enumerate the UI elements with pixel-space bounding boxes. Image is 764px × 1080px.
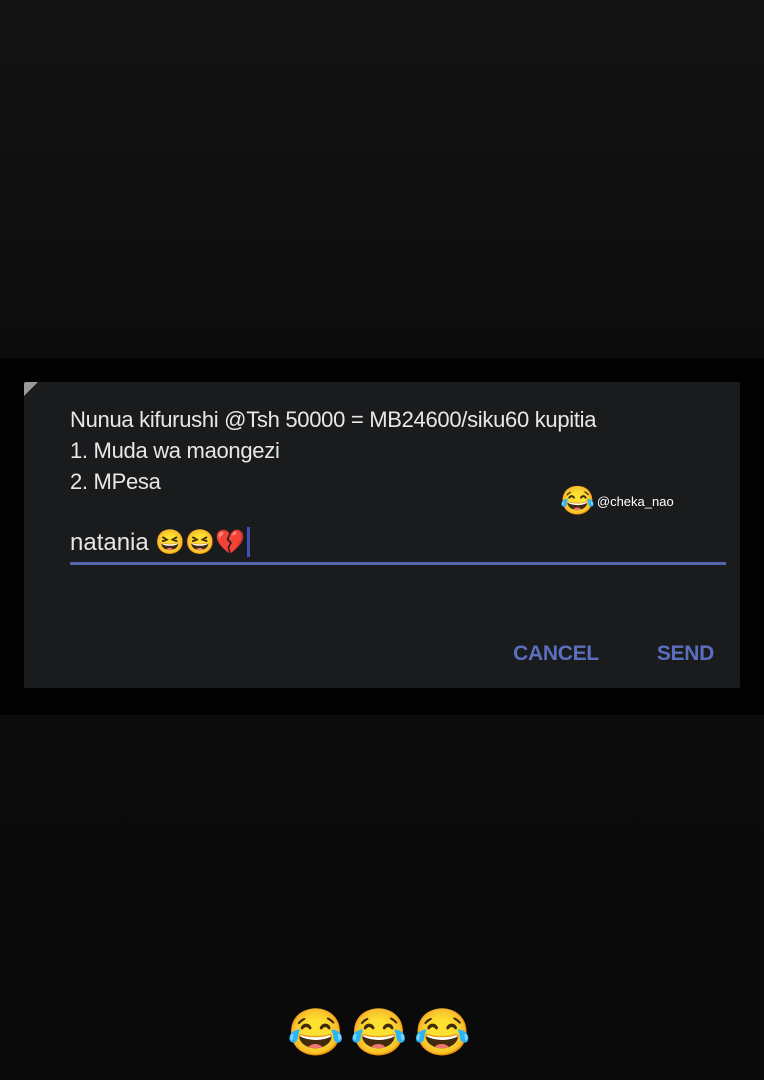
dialog-actions: CANCEL SEND xyxy=(513,642,714,666)
message-line-offer: Nunua kifurushi @Tsh 50000 = MB24600/sik… xyxy=(70,407,597,432)
text-cursor xyxy=(247,527,251,557)
laughing-emoji-icon: 😂 xyxy=(560,485,595,516)
reaction-emojis: 😂😂😂 xyxy=(287,1006,477,1058)
input-underline xyxy=(70,562,726,565)
message-line-option-1: 1. Muda wa maongezi xyxy=(70,438,280,463)
send-button[interactable]: SEND xyxy=(657,642,714,666)
ussd-dialog: Nunua kifurushi @Tsh 50000 = MB24600/sik… xyxy=(24,382,740,688)
reply-input[interactable]: natania 😆😆💔 xyxy=(70,520,726,564)
dialog-corner-marker xyxy=(24,382,38,396)
reply-input-value: natania 😆😆💔 xyxy=(70,528,246,556)
screen: Nunua kifurushi @Tsh 50000 = MB24600/sik… xyxy=(0,0,764,1080)
cancel-button[interactable]: CANCEL xyxy=(513,642,599,666)
watermark: 😂 @cheka_nao xyxy=(560,484,674,518)
watermark-handle: @cheka_nao xyxy=(596,493,674,509)
